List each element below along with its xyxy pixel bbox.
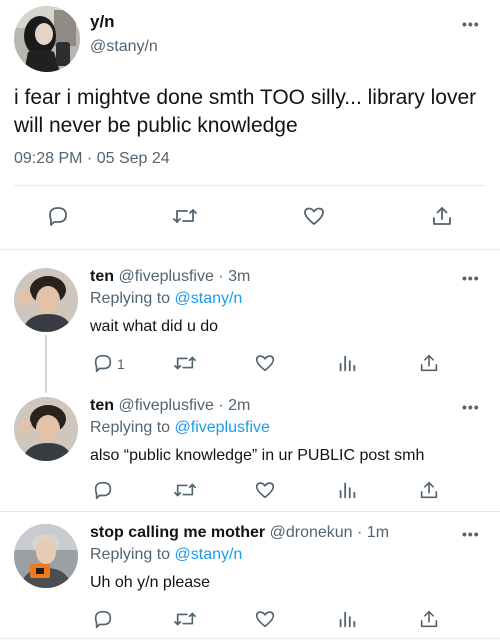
replying-prefix: Replying to [90,419,171,436]
views-icon[interactable] [336,608,358,630]
author-handle[interactable]: @stany/n [90,38,158,56]
avatar[interactable] [14,268,78,332]
reply-header: ten @fiveplusfive · 2m [90,397,250,415]
main-tweet: y/n @stany/n ••• i fear i mightve done s… [0,0,500,250]
reply-icon[interactable] [92,352,114,374]
share-icon[interactable] [418,479,440,501]
retweet-icon[interactable] [172,204,198,228]
replying-to: Replying to @stany/n [90,546,242,564]
separator-dot: · [357,524,363,541]
retweet-icon[interactable] [173,479,197,501]
views-icon[interactable] [336,479,358,501]
reply-time[interactable]: 3m [228,268,250,285]
share-icon[interactable] [430,204,454,228]
reply-text: Uh oh y/n please [90,574,211,591]
separator-dot: · [218,268,224,285]
thread-line [45,335,47,393]
replying-prefix: Replying to [90,546,171,563]
author-name[interactable]: ten [90,268,114,285]
reply-icon[interactable] [92,479,114,501]
share-icon[interactable] [418,352,440,374]
replying-to-link[interactable]: @stany/n [175,546,243,563]
share-icon[interactable] [418,608,440,630]
author-handle[interactable]: @fiveplusfive [118,268,213,285]
replying-to-link[interactable]: @stany/n [175,290,243,307]
reply-header: ten @fiveplusfive · 3m [90,268,250,286]
author-handle[interactable]: @dronekun [270,524,353,541]
replying-to: Replying to @fiveplusfive [90,419,270,437]
replying-prefix: Replying to [90,290,171,307]
more-icon[interactable]: ••• [462,526,480,542]
reply-tweet-2: ten @fiveplusfive · 2m ••• Replying to @… [0,397,500,505]
retweet-icon[interactable] [173,608,197,630]
author-handle[interactable]: @fiveplusfive [118,397,213,414]
reply-text: also “public knowledge” in ur PUBLIC pos… [90,447,425,464]
more-icon[interactable]: ••• [462,16,480,32]
reply-time[interactable]: 1m [367,524,389,541]
avatar[interactable] [14,524,78,588]
like-icon[interactable] [254,608,276,630]
replying-to-link[interactable]: @fiveplusfive [175,419,270,436]
reply-icon[interactable] [92,608,114,630]
replying-to: Replying to @stany/n [90,290,242,308]
author-name[interactable]: stop calling me mother [90,524,265,541]
avatar[interactable] [14,6,80,72]
tweet-text: i fear i mightve done smth TOO silly... … [14,86,477,137]
like-icon[interactable] [302,204,326,228]
more-icon[interactable]: ••• [462,270,480,286]
reply-tweet-1: ten @fiveplusfive · 3m ••• Replying to @… [0,268,500,390]
retweet-icon[interactable] [173,352,197,374]
divider [0,638,500,639]
reply-header: stop calling me mother @dronekun · 1m [90,524,389,542]
reply-time[interactable]: 2m [228,397,250,414]
avatar[interactable] [14,397,78,461]
views-icon[interactable] [336,352,358,374]
divider [14,185,486,186]
like-icon[interactable] [254,352,276,374]
reply-text: wait what did u do [90,318,219,335]
reply-icon[interactable] [46,204,70,228]
author-name[interactable]: y/n [90,12,115,32]
divider [0,511,500,512]
more-icon[interactable]: ••• [462,399,480,415]
author-name[interactable]: ten [90,397,114,414]
reply-tweet-3: stop calling me mother @dronekun · 1m ••… [0,524,500,636]
reply-count: 1 [117,356,125,372]
separator-dot: · [218,397,224,414]
tweet-timestamp[interactable]: 09:28 PM · 05 Sep 24 [14,150,170,168]
like-icon[interactable] [254,479,276,501]
